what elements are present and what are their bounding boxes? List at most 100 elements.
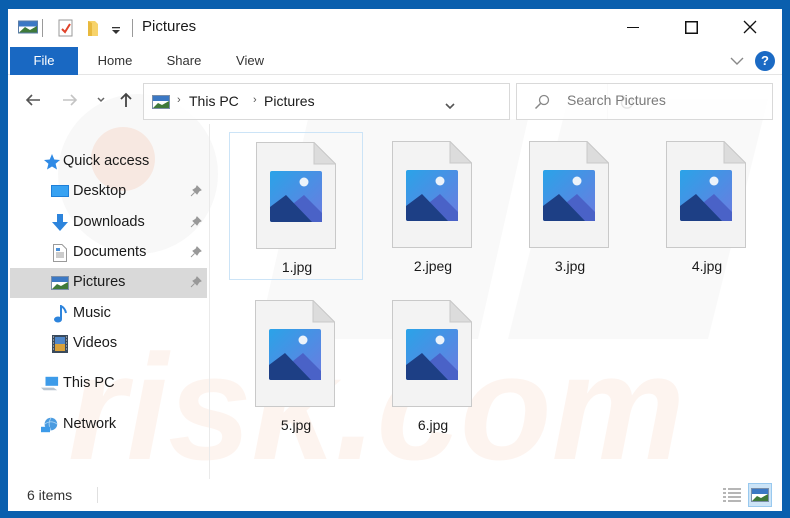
minimize-icon	[627, 27, 639, 28]
customize-dropdown-icon[interactable]	[111, 23, 121, 41]
minimize-button[interactable]	[610, 9, 656, 45]
address-bar[interactable]: › This PC › Pictures	[143, 83, 633, 120]
file-item[interactable]: 4.jpg	[640, 132, 774, 280]
forward-button[interactable]	[60, 90, 80, 110]
file-item[interactable]: 2.jpeg	[366, 132, 500, 280]
sidebar-item-videos[interactable]: Videos	[10, 329, 207, 359]
up-button[interactable]	[116, 90, 136, 110]
address-history-dropdown[interactable]	[444, 97, 456, 115]
image-file-icon	[529, 141, 609, 248]
file-name: 1.jpg	[281, 259, 313, 275]
arrow-up-icon	[120, 92, 132, 107]
tab-home[interactable]: Home	[86, 47, 144, 75]
file-item[interactable]: 1.jpg	[229, 132, 363, 280]
pin-icon[interactable]	[190, 185, 202, 201]
image-file-icon	[255, 300, 335, 407]
sidebar-item-music[interactable]: Music	[10, 299, 207, 329]
image-file-icon	[666, 141, 746, 248]
search-box[interactable]	[516, 83, 773, 120]
details-view-button[interactable]	[720, 483, 744, 507]
large-icons-view-icon	[751, 488, 769, 502]
videos-icon	[51, 335, 69, 353]
chevron-down-icon	[97, 97, 105, 103]
documents-icon	[51, 244, 69, 262]
help-button[interactable]: ?	[755, 51, 775, 71]
star-icon	[43, 153, 61, 171]
file-name: 5.jpg	[280, 417, 312, 433]
navigation-pane: Quick access Desktop Downloads Documents	[8, 124, 210, 479]
status-bar: 6 items	[8, 481, 782, 511]
breadcrumb-pictures[interactable]: Pictures	[264, 93, 315, 109]
image-file-icon	[392, 300, 472, 407]
file-name: 4.jpg	[691, 258, 723, 274]
search-input[interactable]	[567, 92, 757, 108]
tab-file[interactable]: File	[10, 47, 78, 75]
sidebar-item-quick-access[interactable]: Quick access	[10, 147, 207, 177]
pin-icon[interactable]	[190, 276, 202, 292]
status-divider	[97, 487, 98, 503]
pictures-location-icon	[152, 95, 170, 114]
arrow-left-icon	[25, 94, 40, 106]
close-icon	[743, 20, 757, 34]
breadcrumb-this-pc[interactable]: This PC	[189, 93, 239, 109]
pin-icon[interactable]	[190, 216, 202, 232]
download-icon	[51, 214, 69, 232]
back-button[interactable]	[23, 90, 43, 110]
file-item[interactable]: 3.jpg	[503, 132, 637, 280]
file-name: 6.jpg	[417, 417, 449, 433]
recent-locations-button[interactable]	[91, 90, 111, 110]
tab-view[interactable]: View	[223, 47, 277, 75]
sidebar-item-documents[interactable]: Documents	[10, 238, 207, 268]
breadcrumb-separator: ›	[253, 94, 257, 106]
desktop-icon	[51, 183, 69, 201]
sidebar-item-pictures[interactable]: Pictures	[10, 268, 207, 298]
pin-icon[interactable]	[190, 246, 202, 262]
sidebar-item-this-pc[interactable]: This PC	[10, 369, 207, 399]
title-bar: Pictures	[8, 9, 782, 47]
sidebar-item-desktop[interactable]: Desktop	[10, 177, 207, 207]
sidebar-item-label: Quick access	[63, 153, 150, 169]
sidebar-item-label: Documents	[73, 244, 147, 260]
arrow-right-icon	[63, 94, 78, 106]
network-icon	[41, 416, 59, 434]
file-name: 2.jpeg	[413, 258, 453, 274]
tab-share[interactable]: Share	[156, 47, 212, 75]
file-name: 3.jpg	[554, 258, 586, 274]
sidebar-item-label: Desktop	[73, 183, 127, 199]
maximize-button[interactable]	[668, 9, 714, 45]
image-file-icon	[256, 142, 336, 249]
details-view-icon	[723, 488, 741, 502]
sidebar-item-label: Network	[63, 416, 117, 432]
item-count: 6 items	[27, 487, 73, 503]
file-item[interactable]: 5.jpg	[229, 291, 363, 439]
search-icon	[534, 94, 550, 115]
sidebar-item-label: Music	[73, 305, 111, 321]
file-explorer-window: risk.com Pictures File Home Share View ?…	[8, 9, 782, 511]
file-item[interactable]: 6.jpg	[366, 291, 500, 439]
sidebar-item-network[interactable]: Network	[10, 410, 207, 440]
close-button[interactable]	[727, 9, 773, 45]
music-icon	[51, 305, 69, 323]
computer-icon	[41, 375, 59, 393]
sidebar-item-downloads[interactable]: Downloads	[10, 208, 207, 238]
sidebar-item-label: This PC	[63, 375, 115, 391]
toolbar-divider	[42, 19, 43, 37]
image-file-icon	[392, 141, 472, 248]
expand-ribbon-icon[interactable]	[730, 53, 744, 71]
window-title: Pictures	[142, 18, 197, 35]
sidebar-item-label: Videos	[73, 335, 118, 351]
sidebar-item-label: Downloads	[73, 214, 145, 230]
pictures-icon	[51, 274, 69, 292]
properties-icon[interactable]	[58, 19, 74, 42]
file-list: 1.jpg 2.jpeg 3.jpg 4.jpg 5.jpg 6.jpg	[211, 124, 782, 479]
large-icons-view-button[interactable]	[748, 483, 772, 507]
toolbar-divider	[132, 19, 133, 37]
breadcrumb-separator: ›	[177, 94, 181, 106]
sidebar-item-label: Pictures	[73, 274, 126, 290]
maximize-icon	[684, 20, 698, 34]
ribbon-tabs: File Home Share View ?	[8, 47, 782, 75]
navigation-bar: › This PC › Pictures	[8, 80, 782, 120]
pictures-folder-icon[interactable]	[18, 19, 38, 40]
chevron-down-icon	[445, 103, 455, 110]
new-folder-icon[interactable]	[85, 19, 101, 42]
